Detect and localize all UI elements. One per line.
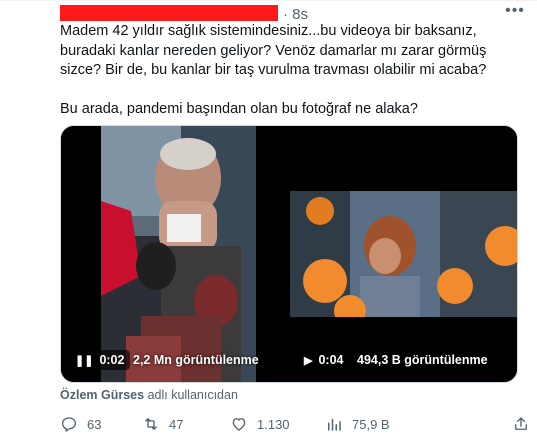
retweet-button[interactable]: 47 — [142, 414, 183, 434]
play-icon[interactable]: ▶ — [304, 351, 312, 371]
retweet-icon — [145, 418, 157, 430]
tweet-text: Madem 42 yıldır sağlık sistemindesiniz..… — [60, 23, 487, 117]
video-left-views: 2,2 Mn görüntülenme — [133, 353, 259, 367]
video-right-frame — [290, 191, 517, 317]
reply-button[interactable]: 63 — [60, 414, 101, 434]
redacted-author-block — [60, 5, 278, 21]
video-left-time-badge: ❚❚ 0:02 — [69, 350, 131, 371]
video-right-time-badge: ▶ 0:04 — [298, 350, 350, 370]
tweet-time-value: 8s — [292, 6, 309, 23]
action-bar: 63 47 1.130 75,9 B — [60, 414, 530, 434]
pause-icon[interactable]: ❚❚ — [75, 351, 93, 371]
attribution-name[interactable]: Özlem Gürses — [60, 388, 144, 402]
reply-icon — [61, 417, 77, 432]
attribution-suffix: adlı kullanıcıdan — [147, 388, 238, 402]
video-left-time: 0:02 — [99, 353, 125, 367]
retweet-count: 47 — [169, 416, 184, 432]
more-options-icon[interactable]: ••• — [503, 2, 527, 22]
video-right-time: 0:04 — [318, 353, 344, 367]
video-left-frame — [101, 126, 256, 382]
tweet-timestamp[interactable]: · 8s — [283, 6, 308, 23]
like-count: 1.130 — [257, 416, 290, 432]
top-divider — [0, 0, 537, 1]
video-right[interactable]: ▶ 0:04 494,3 B görüntülenme — [290, 126, 517, 382]
share-button[interactable] — [512, 414, 530, 434]
video-attribution[interactable]: Özlem Gürses adlı kullanıcıdan — [60, 388, 238, 402]
analytics-icon — [328, 418, 341, 431]
reply-count: 63 — [87, 416, 102, 432]
media-grid: ❚❚ 0:02 2,2 Mn görüntülenme ▶ 0:04 494,3 B… — [60, 125, 518, 383]
video-right-views: 494,3 B görüntülenme — [357, 353, 488, 367]
share-icon — [515, 417, 527, 430]
video-left[interactable]: ❚❚ 0:02 2,2 Mn görüntülenme — [61, 126, 287, 382]
views-count: 75,9 B — [352, 416, 390, 432]
views-button[interactable]: 75,9 B — [325, 414, 390, 434]
like-button[interactable]: 1.130 — [230, 414, 290, 434]
heart-icon — [232, 418, 246, 431]
